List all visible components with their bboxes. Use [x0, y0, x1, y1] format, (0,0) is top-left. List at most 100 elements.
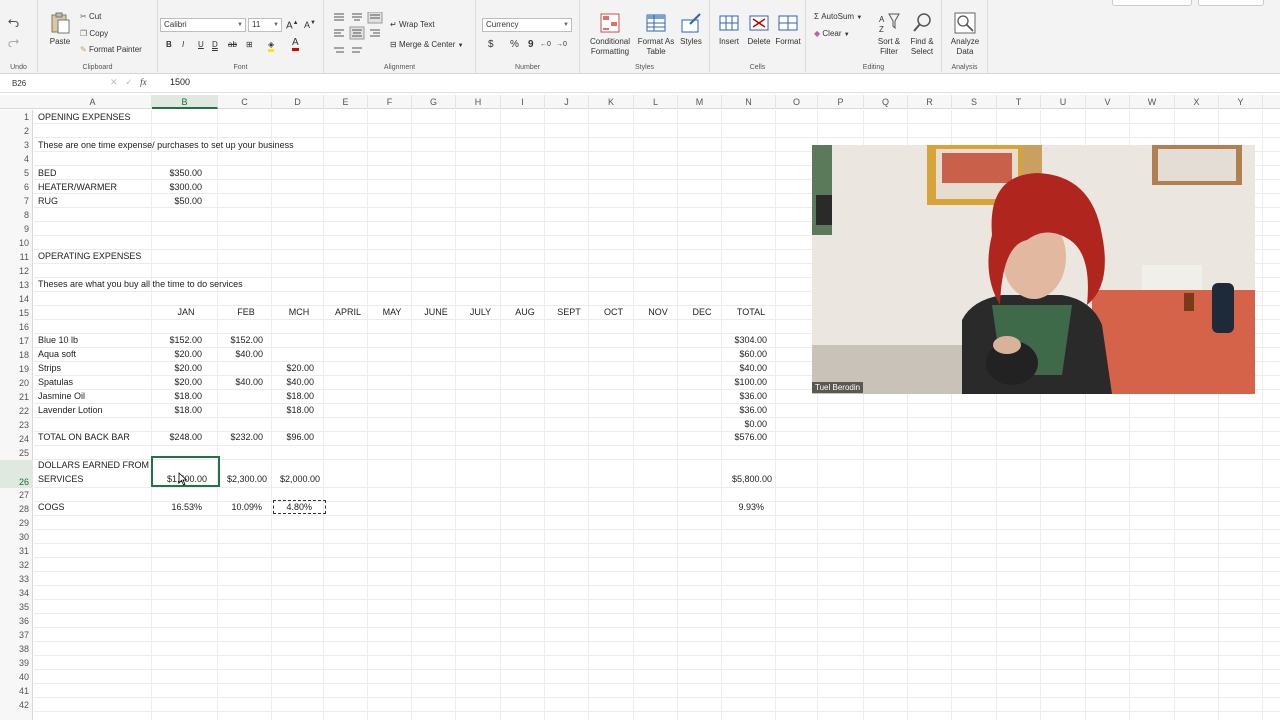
- formula-input[interactable]: 1500: [170, 77, 190, 87]
- column-header[interactable]: X: [1175, 95, 1219, 109]
- column-header[interactable]: H: [456, 95, 501, 109]
- double-underline-button[interactable]: D: [212, 40, 218, 50]
- copy-button[interactable]: ❐ Copy: [80, 29, 108, 39]
- paste-button[interactable]: Paste: [46, 12, 74, 47]
- row-header[interactable]: 7: [0, 194, 33, 208]
- row-header[interactable]: 22: [0, 404, 33, 418]
- alignment-icons[interactable]: [332, 12, 384, 58]
- cut-button[interactable]: ✂ Cut: [80, 12, 101, 22]
- row-header[interactable]: 21: [0, 390, 33, 404]
- number-format-select[interactable]: Currency ▼: [482, 18, 572, 32]
- column-header[interactable]: O: [776, 95, 818, 109]
- row-header[interactable]: 35: [0, 600, 33, 614]
- borders-button[interactable]: ⊞: [246, 40, 253, 50]
- format-painter-button[interactable]: ✎ Format Painter: [80, 45, 142, 55]
- column-header[interactable]: N: [722, 95, 776, 109]
- fx-icon[interactable]: fx: [140, 77, 147, 87]
- analyze-data-button[interactable]: Analyze Data: [948, 12, 982, 57]
- comments-button[interactable]: [1112, 0, 1192, 6]
- sort-filter-button[interactable]: AZ Sort & Filter: [874, 12, 904, 57]
- column-header[interactable]: Q: [864, 95, 908, 109]
- format-as-table-button[interactable]: Format As Table: [636, 12, 676, 57]
- column-header[interactable]: S: [952, 95, 997, 109]
- row-header[interactable]: 39: [0, 656, 33, 670]
- font-size-select[interactable]: 11 ▼: [248, 18, 282, 32]
- row-header[interactable]: 15: [0, 306, 33, 320]
- row-header[interactable]: 4: [0, 152, 33, 166]
- font-name-select[interactable]: Calibri ▼: [160, 18, 246, 32]
- row-header[interactable]: 30: [0, 530, 33, 544]
- autosum-button[interactable]: Σ AutoSum ▼: [814, 12, 862, 23]
- row-header[interactable]: 11: [0, 250, 33, 264]
- column-header[interactable]: I: [501, 95, 545, 109]
- row-header[interactable]: 12: [0, 264, 33, 278]
- column-header[interactable]: C: [218, 95, 272, 109]
- conditional-formatting-button[interactable]: Conditional Formatting: [586, 12, 634, 57]
- row-header[interactable]: 42: [0, 698, 33, 712]
- row-header[interactable]: 25: [0, 446, 33, 460]
- redo-button[interactable]: [8, 36, 19, 47]
- column-header[interactable]: M: [678, 95, 722, 109]
- row-header[interactable]: 29: [0, 516, 33, 530]
- row-header[interactable]: 34: [0, 586, 33, 600]
- row-header[interactable]: 28: [0, 502, 33, 516]
- fill-color-button[interactable]: ◈: [268, 40, 275, 52]
- column-header[interactable]: Y: [1219, 95, 1263, 109]
- underline-button[interactable]: U: [198, 40, 204, 50]
- shrink-font-button[interactable]: A▼: [304, 18, 316, 30]
- column-header[interactable]: L: [634, 95, 678, 109]
- italic-button[interactable]: I: [182, 40, 184, 50]
- comma-style-button[interactable]: 9: [528, 40, 534, 50]
- column-header[interactable]: V: [1086, 95, 1130, 109]
- row-header[interactable]: 19: [0, 362, 33, 376]
- bold-button[interactable]: B: [166, 40, 172, 50]
- column-header[interactable]: E: [324, 95, 368, 109]
- row-header[interactable]: 33: [0, 572, 33, 586]
- row-header[interactable]: 20: [0, 376, 33, 390]
- row-header[interactable]: 3: [0, 138, 33, 152]
- column-header[interactable]: J: [545, 95, 589, 109]
- column-header[interactable]: P: [818, 95, 864, 109]
- column-header[interactable]: B: [152, 95, 218, 109]
- insert-button[interactable]: Insert: [714, 12, 744, 47]
- row-header[interactable]: 36: [0, 614, 33, 628]
- row-header[interactable]: 6: [0, 180, 33, 194]
- column-header[interactable]: U: [1041, 95, 1086, 109]
- row-header[interactable]: 37: [0, 628, 33, 642]
- row-header[interactable]: 40: [0, 670, 33, 684]
- row-header[interactable]: 1: [0, 110, 33, 124]
- row-header[interactable]: 10: [0, 236, 33, 250]
- row-header[interactable]: 13: [0, 278, 33, 292]
- row-header[interactable]: 2: [0, 124, 33, 138]
- find-select-button[interactable]: Find & Select: [906, 12, 938, 57]
- catch-up-button[interactable]: [1198, 0, 1264, 6]
- strikethrough-button[interactable]: ab: [228, 40, 237, 50]
- row-header[interactable]: 26: [0, 460, 33, 488]
- clear-button[interactable]: ◆ Clear ▼: [814, 29, 850, 40]
- row-header[interactable]: 32: [0, 558, 33, 572]
- accounting-format-button[interactable]: $: [488, 40, 494, 50]
- column-header[interactable]: G: [412, 95, 456, 109]
- cancel-icon[interactable]: ✕: [110, 77, 118, 87]
- row-header[interactable]: 31: [0, 544, 33, 558]
- row-header[interactable]: 24: [0, 432, 33, 446]
- decrease-decimal-button[interactable]: →0: [556, 40, 567, 50]
- format-button[interactable]: Format: [772, 12, 804, 47]
- wrap-text-button[interactable]: ↵ Wrap Text: [390, 20, 435, 30]
- undo-button[interactable]: [8, 16, 19, 27]
- column-header[interactable]: W: [1130, 95, 1175, 109]
- row-header[interactable]: 27: [0, 488, 33, 502]
- cell-styles-button[interactable]: Styles: [676, 12, 706, 47]
- row-header[interactable]: 23: [0, 418, 33, 432]
- increase-decimal-button[interactable]: ←0: [540, 40, 551, 50]
- name-box[interactable]: B26: [12, 77, 100, 90]
- merge-center-button[interactable]: ⊟ Merge & Center ▼: [390, 40, 464, 51]
- row-header[interactable]: 17: [0, 334, 33, 348]
- column-header[interactable]: D: [272, 95, 324, 109]
- row-header[interactable]: 41: [0, 684, 33, 698]
- percent-style-button[interactable]: %: [510, 40, 519, 50]
- row-header[interactable]: 8: [0, 208, 33, 222]
- row-header[interactable]: 18: [0, 348, 33, 362]
- row-header[interactable]: 14: [0, 292, 33, 306]
- font-color-button[interactable]: A: [292, 37, 299, 51]
